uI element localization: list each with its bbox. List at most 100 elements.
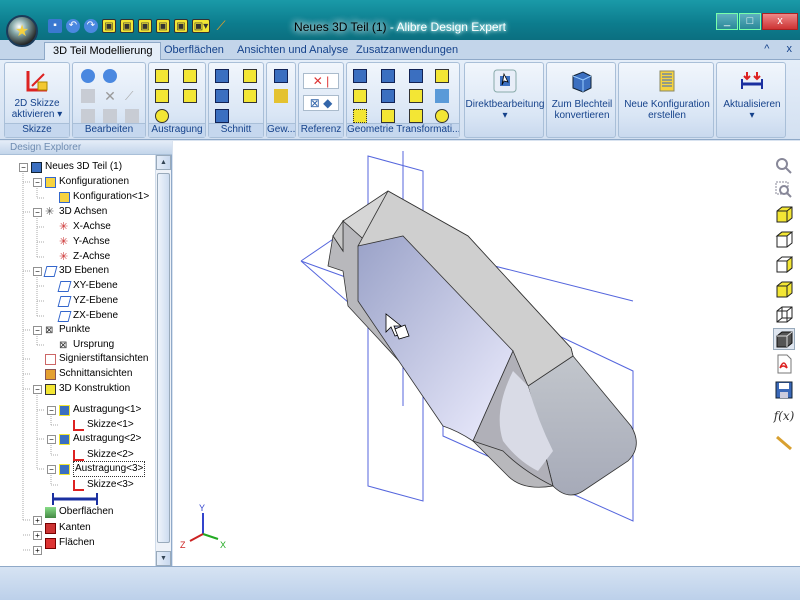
copy-icon[interactable] [81, 89, 95, 103]
view-top-icon[interactable] [773, 228, 795, 250]
tree-node-y-axis[interactable]: ✳ Y-Achse [59, 235, 110, 249]
collapse-toggle[interactable]: − [33, 178, 42, 187]
tree-node-points[interactable]: ⊠ Punkte [45, 323, 90, 337]
move-icon[interactable] [353, 69, 367, 83]
tree-node-z-axis[interactable]: ✳ Z-Achse [59, 250, 110, 264]
direct-edit-button[interactable]: Direktbearbeitung ▾ [465, 67, 545, 121]
minimize-button[interactable]: _ [716, 13, 738, 30]
tree-node-3d-construction[interactable]: 3D Konstruktion [45, 382, 130, 396]
tree-node-sketch-2[interactable]: Skizze<2> [73, 448, 134, 462]
view-iso-icon[interactable] [773, 278, 795, 300]
3d-viewport[interactable]: Y X Z [173, 141, 770, 566]
array-icon[interactable] [353, 109, 367, 123]
new-configuration-button[interactable]: Neue Konfiguration erstellen [619, 67, 715, 121]
function-icon[interactable]: f(x) [773, 405, 795, 427]
scroll-up-icon[interactable]: ▲ [156, 155, 171, 170]
shaded-icon[interactable] [773, 328, 795, 350]
sweep-icon[interactable] [155, 89, 169, 103]
redo-icon[interactable] [103, 69, 117, 83]
scroll-down-icon[interactable]: ▼ [156, 551, 171, 566]
close-button[interactable]: x [762, 13, 798, 30]
revolve-icon[interactable] [183, 69, 197, 83]
tab-add-ins[interactable]: Zusatzanwendungen [348, 42, 466, 60]
measure-icon[interactable] [773, 431, 795, 453]
collapse-toggle[interactable]: − [47, 406, 56, 415]
tree-node-extrude-2[interactable]: Austragung<2> [59, 432, 141, 446]
cut-extrude-icon[interactable] [215, 69, 229, 83]
hole-icon[interactable] [215, 109, 229, 123]
draft-icon[interactable] [409, 89, 423, 103]
split-icon[interactable] [435, 89, 449, 103]
tree-node-3d-axes[interactable]: ✳ 3D Achsen [45, 205, 107, 219]
thread-icon[interactable] [274, 69, 288, 83]
edit-icon[interactable]: ⟋ [125, 89, 139, 103]
loft-icon[interactable] [183, 89, 197, 103]
collapse-toggle[interactable]: − [47, 435, 56, 444]
tree-node-extrude-1[interactable]: Austragung<1> [59, 403, 141, 417]
cut-sweep-icon[interactable] [215, 89, 229, 103]
ribbon-close-button[interactable]: x [787, 43, 793, 55]
paste-special-icon[interactable] [103, 109, 117, 123]
tree-node-configuration-1[interactable]: Konfiguration<1> [59, 190, 149, 204]
cut-loft-icon[interactable] [243, 89, 257, 103]
collapse-toggle[interactable]: − [33, 385, 42, 394]
rotate-icon[interactable] [381, 69, 395, 83]
tree-node-section-views[interactable]: Schnittansichten [45, 367, 132, 381]
tree-node-xy-plane[interactable]: XY-Ebene [57, 279, 118, 293]
activate-2d-sketch-button[interactable]: 2D Skizze aktivieren ▾ [7, 67, 67, 120]
tree-node-origin[interactable]: ⊠ Ursprung [59, 338, 114, 352]
collapse-toggle[interactable]: − [33, 208, 42, 217]
save-icon[interactable] [773, 379, 795, 401]
maximize-button[interactable]: □ [739, 13, 761, 30]
paste-icon[interactable] [81, 109, 95, 123]
cut-revolve-icon[interactable] [243, 69, 257, 83]
convert-sheet-metal-button[interactable]: Zum Blechteil konvertieren [547, 67, 617, 121]
collapse-toggle[interactable]: − [33, 326, 42, 335]
shell-icon[interactable] [381, 89, 395, 103]
tree-node-edges[interactable]: Kanten [45, 521, 91, 535]
properties-icon[interactable] [125, 109, 139, 123]
fillet-icon[interactable] [155, 109, 169, 123]
tree-node-faces[interactable]: Flächen [45, 536, 95, 550]
tree-node-part[interactable]: Neues 3D Teil (1) [31, 160, 122, 174]
ribbon-minimize-button[interactable]: ^ [764, 43, 769, 55]
delete-icon[interactable]: ✕ [103, 89, 117, 103]
undo-icon[interactable] [81, 69, 95, 83]
tree-node-x-axis[interactable]: ✳ X-Achse [59, 220, 111, 234]
pattern-icon[interactable] [353, 89, 367, 103]
collapse-toggle[interactable]: − [47, 465, 56, 474]
wireframe-icon[interactable] [773, 303, 795, 325]
view-front-icon[interactable] [773, 203, 795, 225]
app-menu-button[interactable]: ★ [6, 15, 38, 47]
scale-icon[interactable] [409, 69, 423, 83]
tree-node-sketch-3[interactable]: Skizze<3> [73, 478, 134, 492]
tree-node-extrude-3[interactable]: Austragung<3> [59, 461, 146, 477]
tree-node-configurations[interactable]: Konfigurationen [45, 175, 129, 189]
tree-node-surfaces[interactable]: Oberflächen [45, 505, 113, 519]
collapse-toggle[interactable]: − [33, 267, 42, 276]
zoom-window-icon[interactable] [773, 179, 795, 201]
zoom-icon[interactable] [773, 155, 795, 177]
tree-node-zx-plane[interactable]: ZX-Ebene [57, 309, 118, 323]
tab-surfaces[interactable]: Oberflächen [156, 42, 232, 60]
thread-cosmetic-icon[interactable] [274, 89, 288, 103]
tree-node-sketch-1[interactable]: Skizze<1> [73, 418, 134, 432]
tab-3d-part-modeling[interactable]: 3D Teil Modellierung [44, 42, 162, 60]
pdf-icon[interactable] [773, 353, 795, 375]
expand-toggle[interactable]: + [33, 516, 42, 525]
expand-toggle[interactable]: + [33, 531, 42, 540]
tree-node-yz-plane[interactable]: YZ-Ebene [57, 294, 118, 308]
tree-scrollbar[interactable]: ▲ ▼ [155, 155, 171, 566]
update-button[interactable]: Aktualisieren ▾ [717, 67, 787, 121]
reference-point-icon[interactable]: ⊠ ◆ [303, 95, 339, 111]
view-right-icon[interactable] [773, 253, 795, 275]
tree-node-3d-planes[interactable]: 3D Ebenen [43, 264, 109, 278]
chamfer-icon[interactable] [381, 109, 395, 123]
extrude-icon[interactable] [155, 69, 169, 83]
scale-body-icon[interactable] [409, 109, 423, 123]
scroll-thumb[interactable] [157, 173, 170, 543]
expand-toggle[interactable]: + [33, 546, 42, 555]
tree-node-pen-views[interactable]: Signierstiftansichten [45, 352, 149, 366]
collapse-toggle[interactable]: − [19, 163, 28, 172]
mirror-icon[interactable] [435, 69, 449, 83]
